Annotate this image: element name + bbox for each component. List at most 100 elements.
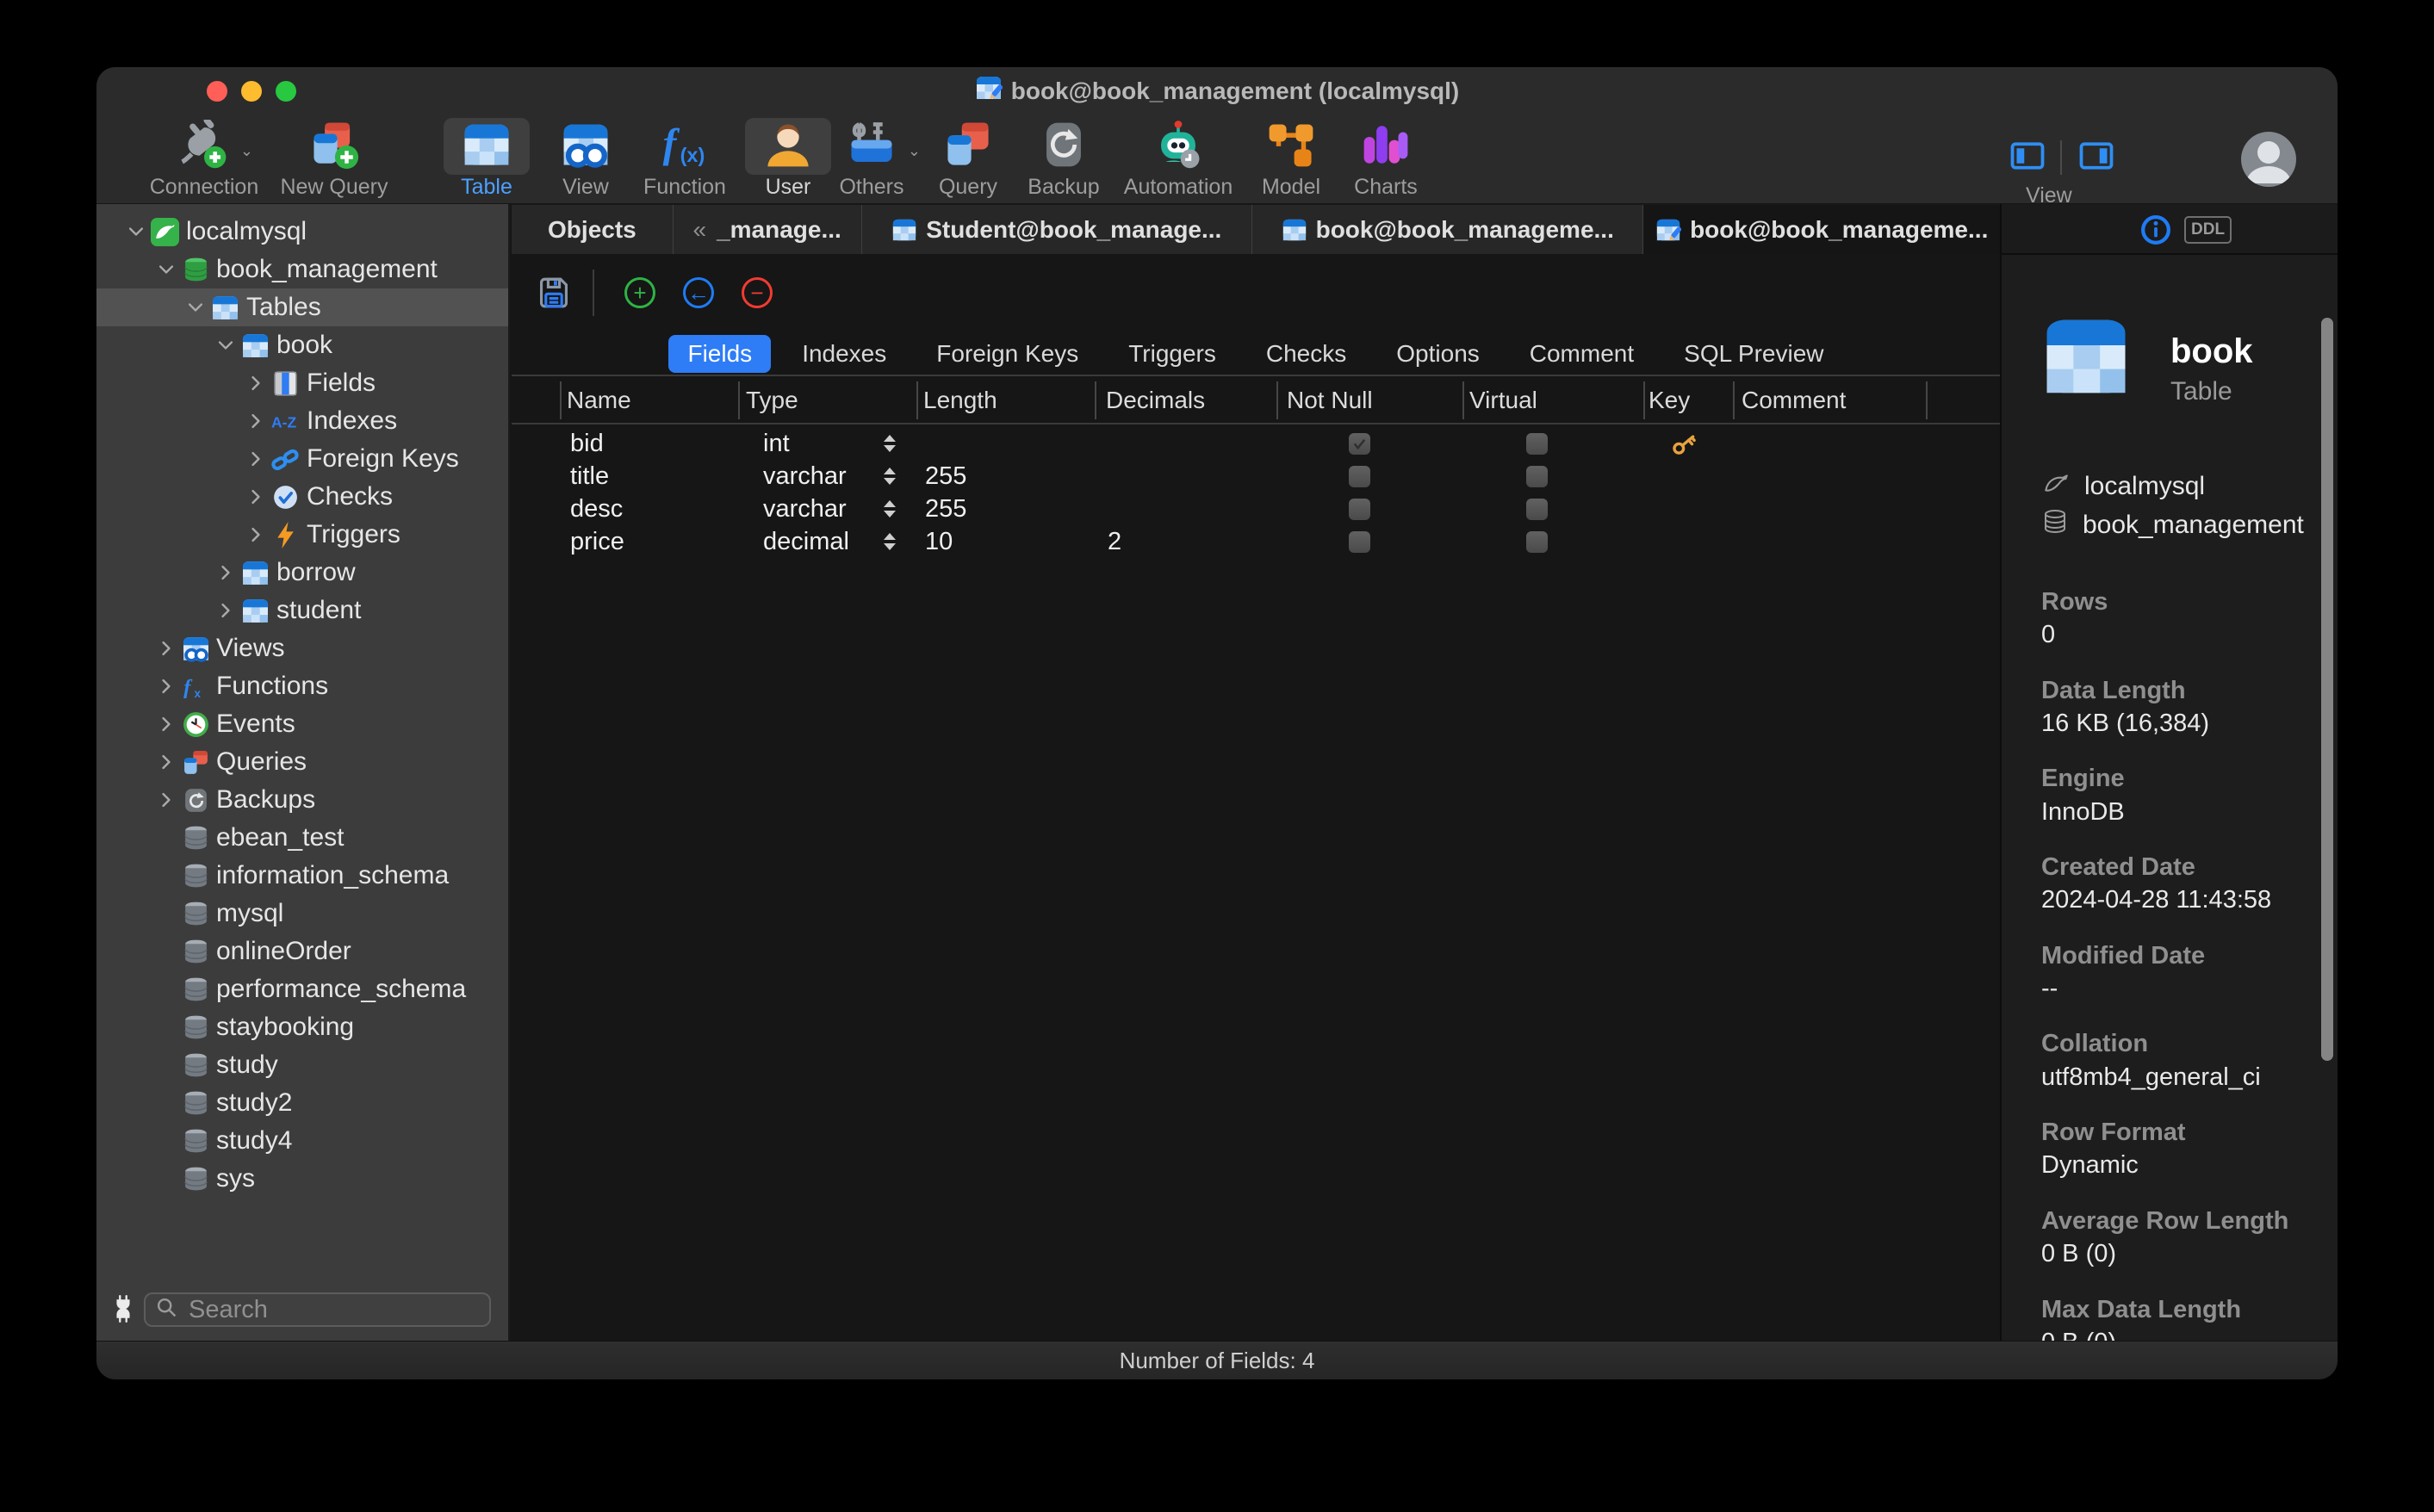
type-stepper[interactable] [880, 498, 899, 520]
tree-item-staybooking[interactable]: staybooking [96, 1008, 508, 1046]
tree-item-fields[interactable]: Fields [96, 364, 508, 402]
tree-item-indexes[interactable]: A-Z Indexes [96, 402, 508, 440]
tree-item-functions[interactable]: f x Functions [96, 667, 508, 705]
toolbar-item-charts[interactable]: Charts [1330, 118, 1442, 201]
chevron-right-icon[interactable] [214, 561, 237, 584]
field-type-select[interactable]: decimal [763, 525, 849, 558]
tree-item-study4[interactable]: study4 [96, 1122, 508, 1160]
column-divider[interactable] [738, 381, 740, 419]
tree-item-backups[interactable]: Backups [96, 781, 508, 819]
section-tab-comment[interactable]: Comment [1511, 335, 1653, 373]
type-stepper[interactable] [880, 432, 899, 455]
tree-item-localmysql[interactable]: localmysql [96, 213, 508, 251]
field-name[interactable]: title [570, 460, 609, 493]
tree-item-queries[interactable]: Queries [96, 743, 508, 781]
tree-item-events[interactable]: Events [96, 705, 508, 743]
field-decimals[interactable]: 2 [1108, 525, 1121, 558]
toolbar-item-backup[interactable]: Backup [1008, 118, 1120, 201]
field-type-select[interactable]: varchar [763, 460, 847, 493]
toolbar-item-automation[interactable]: Automation [1122, 118, 1234, 201]
add-field-icon[interactable]: + [621, 274, 659, 312]
not-null-checkbox[interactable] [1349, 466, 1370, 487]
toolbar-item-others[interactable]: ⌄ Others [816, 118, 928, 201]
section-tab-options[interactable]: Options [1377, 335, 1499, 373]
toolbar-item-table[interactable]: Table [431, 118, 543, 201]
chevron-down-icon[interactable] [125, 220, 147, 243]
column-divider[interactable] [1095, 381, 1096, 419]
tab-objects[interactable]: Objects [512, 205, 674, 254]
connection-plug-icon[interactable] [109, 1294, 138, 1328]
field-row-desc[interactable]: desc varchar 255 [512, 493, 2000, 525]
chevron-right-icon[interactable] [245, 372, 267, 394]
field-name[interactable]: bid [570, 427, 604, 460]
section-tab-fields[interactable]: Fields [668, 335, 772, 373]
tree-item-onlineorder[interactable]: onlineOrder [96, 933, 508, 970]
delete-field-icon[interactable]: − [738, 274, 776, 312]
field-type-select[interactable]: int [763, 427, 790, 460]
field-row-price[interactable]: price decimal 10 2 [512, 525, 2000, 558]
tree-item-foreign-keys[interactable]: Foreign Keys [96, 440, 508, 478]
field-length[interactable]: 255 [925, 493, 966, 525]
tree-item-mysql[interactable]: mysql [96, 895, 508, 933]
type-stepper[interactable] [880, 530, 899, 553]
virtual-checkbox[interactable] [1526, 499, 1548, 520]
chevron-right-icon[interactable] [245, 486, 267, 508]
sidebar-search[interactable] [144, 1292, 491, 1327]
tree-item-study[interactable]: study [96, 1046, 508, 1084]
tree-item-borrow[interactable]: borrow [96, 554, 508, 592]
column-divider[interactable] [1733, 381, 1735, 419]
toolbar-item-new-query[interactable]: New Query [278, 118, 390, 201]
toolbar-item-function[interactable]: f (x) Function [629, 118, 741, 201]
tree-item-sys[interactable]: sys [96, 1160, 508, 1198]
field-name[interactable]: price [570, 525, 624, 558]
tree-item-book[interactable]: book [96, 326, 508, 364]
collapse-tabs-icon[interactable]: « [693, 216, 707, 244]
section-tab-foreign-keys[interactable]: Foreign Keys [917, 335, 1097, 373]
type-stepper[interactable] [880, 465, 899, 487]
column-divider[interactable] [916, 381, 918, 419]
chevron-right-icon[interactable] [155, 713, 177, 735]
tab-student-book-manage-[interactable]: Student@book_manage... [862, 205, 1252, 254]
chevron-down-icon[interactable] [184, 296, 207, 319]
section-tab-sql-preview[interactable]: SQL Preview [1665, 335, 1842, 373]
column-header-decimals[interactable]: Decimals [1106, 376, 1205, 424]
column-divider[interactable] [1276, 381, 1278, 419]
not-null-checkbox[interactable] [1349, 433, 1370, 455]
chevron-right-icon[interactable] [155, 751, 177, 773]
chevron-right-icon[interactable] [155, 789, 177, 811]
chevron-right-icon[interactable] [214, 599, 237, 622]
tab-book-book-manageme-[interactable]: book@book_manageme... [1643, 205, 2000, 254]
tree-item-information-schema[interactable]: information_schema [96, 857, 508, 895]
ddl-tab[interactable]: DDL [2184, 216, 2232, 244]
chevron-right-icon[interactable] [245, 410, 267, 432]
field-name[interactable]: desc [570, 493, 623, 525]
chevron-down-icon[interactable] [155, 258, 177, 281]
tree-item-checks[interactable]: Checks [96, 478, 508, 516]
tree-item-views[interactable]: Views [96, 629, 508, 667]
tree-item-student[interactable]: student [96, 592, 508, 629]
column-divider[interactable] [1643, 381, 1645, 419]
tree-item-triggers[interactable]: Triggers [96, 516, 508, 554]
search-input[interactable] [187, 1294, 445, 1325]
virtual-checkbox[interactable] [1526, 531, 1548, 553]
insert-field-icon[interactable]: ← [680, 274, 717, 312]
chevron-right-icon[interactable] [245, 524, 267, 546]
field-row-bid[interactable]: bid int [512, 427, 2000, 460]
tree-item-book-management[interactable]: book_management [96, 251, 508, 288]
column-header-length[interactable]: Length [923, 376, 997, 424]
column-header-key[interactable]: Key [1649, 376, 1690, 424]
section-tab-checks[interactable]: Checks [1247, 335, 1365, 373]
toggle-right-panel-icon[interactable] [2079, 139, 2114, 177]
column-header-virtual[interactable]: Virtual [1469, 376, 1537, 424]
info-icon[interactable] [2139, 214, 2172, 251]
virtual-checkbox[interactable] [1526, 466, 1548, 487]
tab-book-book-manageme-[interactable]: book@book_manageme... [1252, 205, 1644, 254]
not-null-checkbox[interactable] [1349, 531, 1370, 553]
tree-item-performance-schema[interactable]: performance_schema [96, 970, 508, 1008]
field-type-select[interactable]: varchar [763, 493, 847, 525]
column-header-type[interactable]: Type [746, 376, 798, 424]
column-header-not-null[interactable]: Not Null [1287, 376, 1373, 424]
tree-item-tables[interactable]: Tables [96, 288, 508, 326]
field-row-title[interactable]: title varchar 255 [512, 460, 2000, 493]
section-tab-triggers[interactable]: Triggers [1109, 335, 1235, 373]
